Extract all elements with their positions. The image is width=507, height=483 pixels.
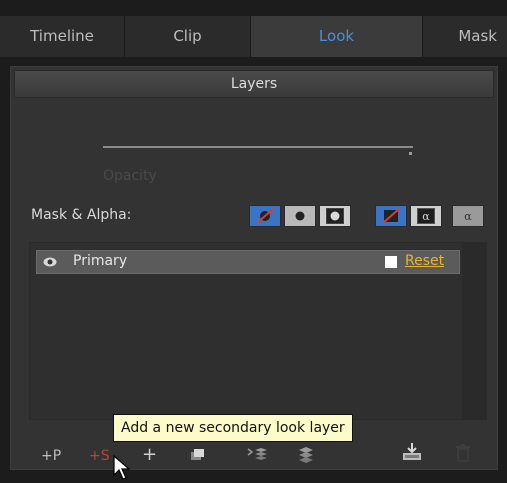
tab-look[interactable]: Look <box>251 16 423 57</box>
alpha-none-button[interactable] <box>375 205 407 227</box>
tab-bar: Timeline Clip Look Mask <box>0 16 507 57</box>
mask-outside-button[interactable] <box>319 205 351 227</box>
layer-list: Primary Reset <box>29 242 487 420</box>
layer-list-scrollbar[interactable] <box>462 243 486 419</box>
layers-header: Layers <box>14 70 494 98</box>
mask-outside-icon <box>326 208 344 224</box>
eye-icon[interactable] <box>43 255 57 269</box>
mask-none-button[interactable] <box>249 205 281 227</box>
layer-checkbox[interactable] <box>385 256 397 268</box>
add-primary-button[interactable]: +P <box>41 448 61 464</box>
tooltip: Add a new secondary look layer <box>113 414 353 442</box>
alpha-button[interactable]: α <box>410 205 442 227</box>
layer-row-primary[interactable]: Primary Reset <box>36 250 460 274</box>
tab-mask[interactable]: Mask <box>423 16 507 57</box>
opacity-slider[interactable] <box>103 146 413 148</box>
mouse-cursor-icon <box>113 455 131 480</box>
add-layer-icon[interactable]: + <box>142 444 157 465</box>
mask-disabled-icon <box>256 208 274 224</box>
layers-panel: Layers Opacity Mask & Alpha: α α Primary… <box>10 66 498 470</box>
duplicate-layer-icon[interactable] <box>191 449 205 461</box>
mask-inside-icon <box>292 209 308 223</box>
flatten-layers-icon[interactable] <box>298 446 314 464</box>
opacity-slider-handle[interactable] <box>409 152 412 155</box>
mask-alpha-label: Mask & Alpha: <box>31 207 132 223</box>
merge-layers-icon[interactable] <box>246 446 268 464</box>
reset-link[interactable]: Reset <box>405 253 444 269</box>
alpha-inverted-icon: α <box>464 210 472 223</box>
mask-inside-button[interactable] <box>284 205 316 227</box>
trash-icon[interactable] <box>456 444 470 462</box>
opacity-label: Opacity <box>103 168 157 184</box>
tab-clip[interactable]: Clip <box>125 16 251 57</box>
alpha-inverted-button[interactable]: α <box>452 205 484 227</box>
add-secondary-button[interactable]: +S <box>89 448 110 464</box>
svg-text:α: α <box>464 210 472 223</box>
tab-timeline[interactable]: Timeline <box>0 16 125 57</box>
svg-text:α: α <box>422 210 430 223</box>
import-layer-icon[interactable] <box>402 442 422 462</box>
alpha-icon: α <box>417 208 435 224</box>
alpha-disabled-icon <box>382 208 400 224</box>
layer-name: Primary <box>73 253 128 269</box>
